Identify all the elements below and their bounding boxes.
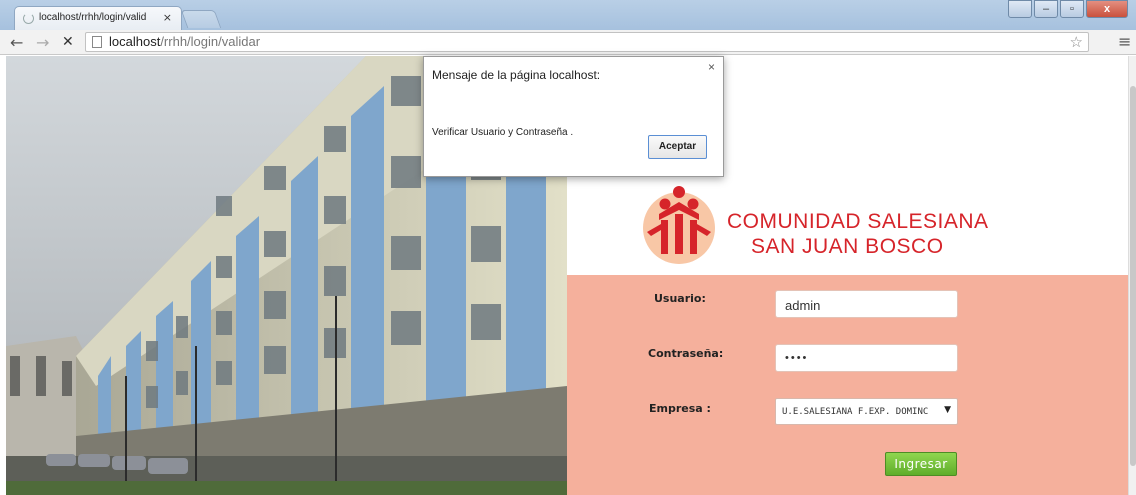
window-profile-icon[interactable] [1008,0,1032,18]
contrasena-input[interactable]: •••• [775,344,958,372]
aceptar-button[interactable]: Aceptar [648,135,707,159]
login-form: Usuario: admin Contraseña: •••• Empresa … [567,275,1128,495]
loading-icon [23,13,34,24]
browser-toolbar: ← → ✕ localhost/rrhh/login/validar ☆ ≡ [0,30,1136,55]
scrollbar-thumb[interactable] [1130,86,1136,466]
salesiana-logo-icon [643,186,715,264]
alert-dialog: Mensaje de la página localhost: × Verifi… [423,56,724,177]
dropdown-arrow-icon: ▼ [944,405,951,415]
window-restore-button[interactable]: ▫ [1060,0,1084,18]
address-bar[interactable]: localhost/rrhh/login/validar ☆ [85,32,1089,52]
empresa-select[interactable]: U.E.SALESIANA F.EXP. DOMINC ▼ [775,398,958,425]
bookmark-star-icon[interactable]: ☆ [1070,33,1083,51]
window-minimize-button[interactable]: – [1034,0,1058,18]
forward-icon[interactable]: → [36,33,49,52]
usuario-input[interactable]: admin [775,290,958,318]
back-icon[interactable]: ← [10,33,23,52]
page-icon [92,36,102,48]
dialog-close-icon[interactable]: × [708,60,715,74]
empresa-selected-value: U.E.SALESIANA F.EXP. DOMINC [782,407,929,417]
browser-titlebar: localhost/rrhh/login/valid × – ▫ x [0,0,1136,30]
stop-icon[interactable]: ✕ [62,34,74,50]
url-text: localhost/rrhh/login/validar [109,34,261,49]
empresa-label: Empresa : [649,402,711,415]
browser-menu-icon[interactable]: ≡ [1118,32,1131,51]
tab-title: localhost/rrhh/login/valid [39,12,147,23]
window-controls: – ▫ x [1006,0,1128,20]
brand-title-line1: COMUNIDAD SALESIANA [727,210,989,233]
contrasena-label: Contraseña: [648,347,724,360]
new-tab-button[interactable] [180,10,222,28]
usuario-label: Usuario: [654,292,706,305]
window-close-button[interactable]: x [1086,0,1128,18]
tab-close-icon[interactable]: × [163,11,172,24]
dialog-message: Verificar Usuario y Contraseña . [432,127,574,138]
dialog-title: Mensaje de la página localhost: [432,68,601,82]
ingresar-button[interactable]: Ingresar [885,452,957,476]
page-scrollbar[interactable] [1128,56,1136,495]
brand-title-line2: SAN JUAN BOSCO [751,235,944,258]
browser-tab[interactable]: localhost/rrhh/login/valid × [14,6,182,30]
